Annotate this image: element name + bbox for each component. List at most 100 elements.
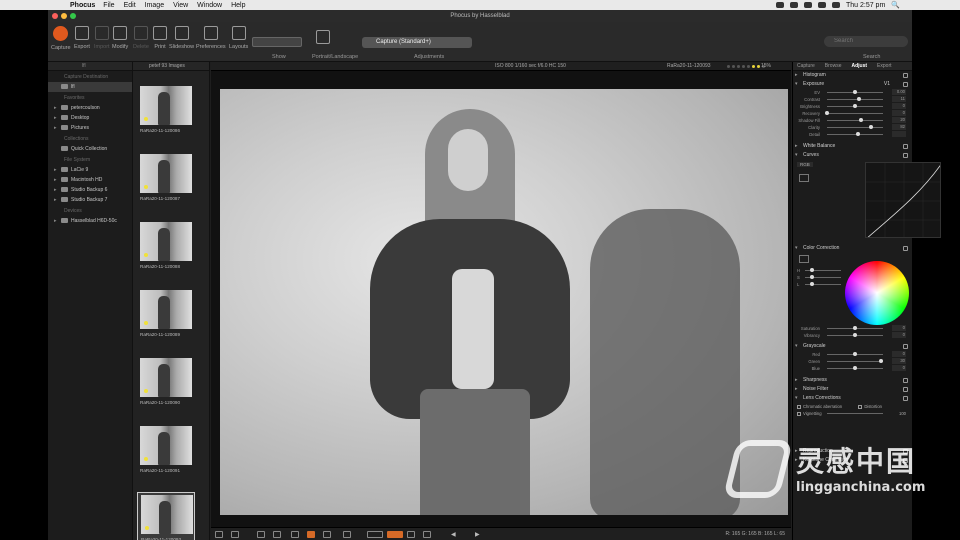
preferences-button[interactable]: Preferences [196,26,226,50]
sync-icon[interactable] [789,2,798,8]
slider-knob[interactable] [859,118,863,122]
enable-checkbox[interactable] [903,396,908,401]
slider-knob[interactable] [879,359,883,363]
enable-checkbox[interactable] [903,387,908,392]
exposure-header[interactable]: ExposureV1 [793,80,912,89]
color-wheel[interactable] [845,261,909,325]
eyedropper-icon[interactable] [799,255,809,263]
library-item-desktop[interactable]: ▸ Desktop [48,113,132,123]
menu-image[interactable]: Image [145,2,164,9]
noise-filter-header[interactable]: Noise Filter [793,385,912,394]
chevron-right-icon[interactable]: ▸ [54,105,58,111]
thumbnail-item[interactable]: RaRa20-11-120088 [137,220,195,280]
thumbnail-item[interactable]: RaRa20-11-120091 [137,424,195,484]
battery-icon[interactable] [831,2,840,8]
library-item-current-folder[interactable]: lfl [48,82,132,92]
slider-knob[interactable] [853,333,857,337]
slider-value[interactable]: 0 [892,332,906,338]
menu-edit[interactable]: Edit [124,2,136,9]
slider-track[interactable] [827,113,883,114]
slider-knob[interactable] [857,97,861,101]
lens-corrections-header[interactable]: Lens Corrections [793,394,912,403]
slider-value[interactable]: 0 [892,325,906,331]
layouts-button[interactable]: Layouts [229,26,248,50]
minimize-window-icon[interactable] [61,13,67,19]
slider-track[interactable] [827,120,883,121]
slider-knob[interactable] [810,268,814,272]
slider-knob[interactable] [825,111,829,115]
vignetting-value[interactable]: 100 [899,411,906,416]
zoom-window-icon[interactable] [70,13,76,19]
rating-dots[interactable] [727,65,765,68]
hand-tool-icon[interactable] [323,531,331,538]
slider-track[interactable] [827,99,883,100]
exposure-warning-icon[interactable] [367,531,383,538]
show-segmented-control[interactable] [252,37,302,47]
slider-knob[interactable] [869,125,873,129]
close-window-icon[interactable] [52,13,58,19]
chevron-right-icon[interactable]: ▸ [54,115,58,121]
slider-value[interactable]: 30 [892,358,906,364]
enable-checkbox[interactable] [903,153,908,158]
chevron-right-icon[interactable]: ▸ [54,218,58,224]
capture-button[interactable]: Capture [51,26,71,51]
library-item-petercoulson[interactable]: ▸ petercoulson [48,103,132,113]
curves-header[interactable]: Curves [793,151,912,160]
crop-icon[interactable] [257,531,265,538]
list-icon[interactable] [343,531,351,538]
import-button[interactable]: Import [94,26,110,50]
compare-view-icon[interactable] [231,531,239,538]
slider-knob[interactable] [853,352,857,356]
library-item-studio-backup-7[interactable]: ▸ Studio Backup 7 [48,195,132,205]
main-photo[interactable] [220,89,788,515]
library-item-studio-backup-6[interactable]: ▸ Studio Backup 6 [48,185,132,195]
vignetting-slider[interactable] [827,413,883,414]
library-item-pictures[interactable]: ▸ Pictures [48,123,132,133]
tab-export[interactable]: Export [877,62,891,70]
wifi-icon[interactable] [803,2,812,8]
exposure-preset[interactable]: V1 [884,80,890,89]
chevron-right-icon[interactable]: ▸ [54,177,58,183]
thumbnail-item[interactable]: RaRa20-11-120089 [137,288,195,348]
color-correction-header[interactable]: Color Correction [793,244,912,253]
curve-channel-select[interactable]: RGB [797,162,813,167]
focus-mask-icon[interactable] [387,531,403,538]
airplay-icon[interactable] [775,2,784,8]
slider-track[interactable] [827,361,883,362]
slider-value[interactable]: 0 [892,110,906,116]
histogram-header[interactable]: Histogram [793,71,912,80]
chevron-right-icon[interactable]: ▸ [54,187,58,193]
volume-icon[interactable] [817,2,826,8]
slider-value[interactable]: 11 [892,96,906,102]
slider-value[interactable]: 0 [892,365,906,371]
enable-checkbox[interactable] [903,82,908,87]
slider-value[interactable] [892,131,906,137]
chevron-right-icon[interactable]: ▸ [54,197,58,203]
slider-value[interactable]: 20 [892,117,906,123]
thumbnail-item[interactable]: RaRa20-11-120093 [137,492,195,540]
grid-icon[interactable] [407,531,415,538]
slider-value[interactable]: 0 [892,351,906,357]
white-balance-header[interactable]: White Balance [793,142,912,151]
slider-knob[interactable] [853,326,857,330]
slider-value[interactable]: 0.00 [892,89,906,95]
thumbnail-item[interactable]: RaRa20-11-120086 [137,84,195,144]
slider-knob[interactable] [853,104,857,108]
library-item-macintosh-hd[interactable]: ▸ Macintosh HD [48,175,132,185]
menu-file[interactable]: File [103,2,114,9]
slider-track[interactable] [827,127,883,128]
tab-browse[interactable]: Browse [825,62,842,70]
grayscale-header[interactable]: Grayscale [793,342,912,351]
enable-checkbox[interactable] [903,344,908,349]
overlay-icon[interactable] [423,531,431,538]
modify-button[interactable]: Modify [112,26,128,50]
menu-view[interactable]: View [173,2,188,9]
chevron-right-icon[interactable]: ▸ [54,167,58,173]
eyedropper-icon[interactable] [799,174,809,182]
search-input[interactable] [824,36,908,47]
sharpness-header[interactable]: Sharpness [793,376,912,385]
library-item-camera[interactable]: ▸ Hasselblad H6D-50c [48,216,132,226]
spotlight-icon[interactable]: 🔍 [891,1,900,9]
thumbnail-item[interactable]: RaRa20-11-120090 [137,356,195,416]
previous-image-icon[interactable]: ◀ [451,531,459,538]
